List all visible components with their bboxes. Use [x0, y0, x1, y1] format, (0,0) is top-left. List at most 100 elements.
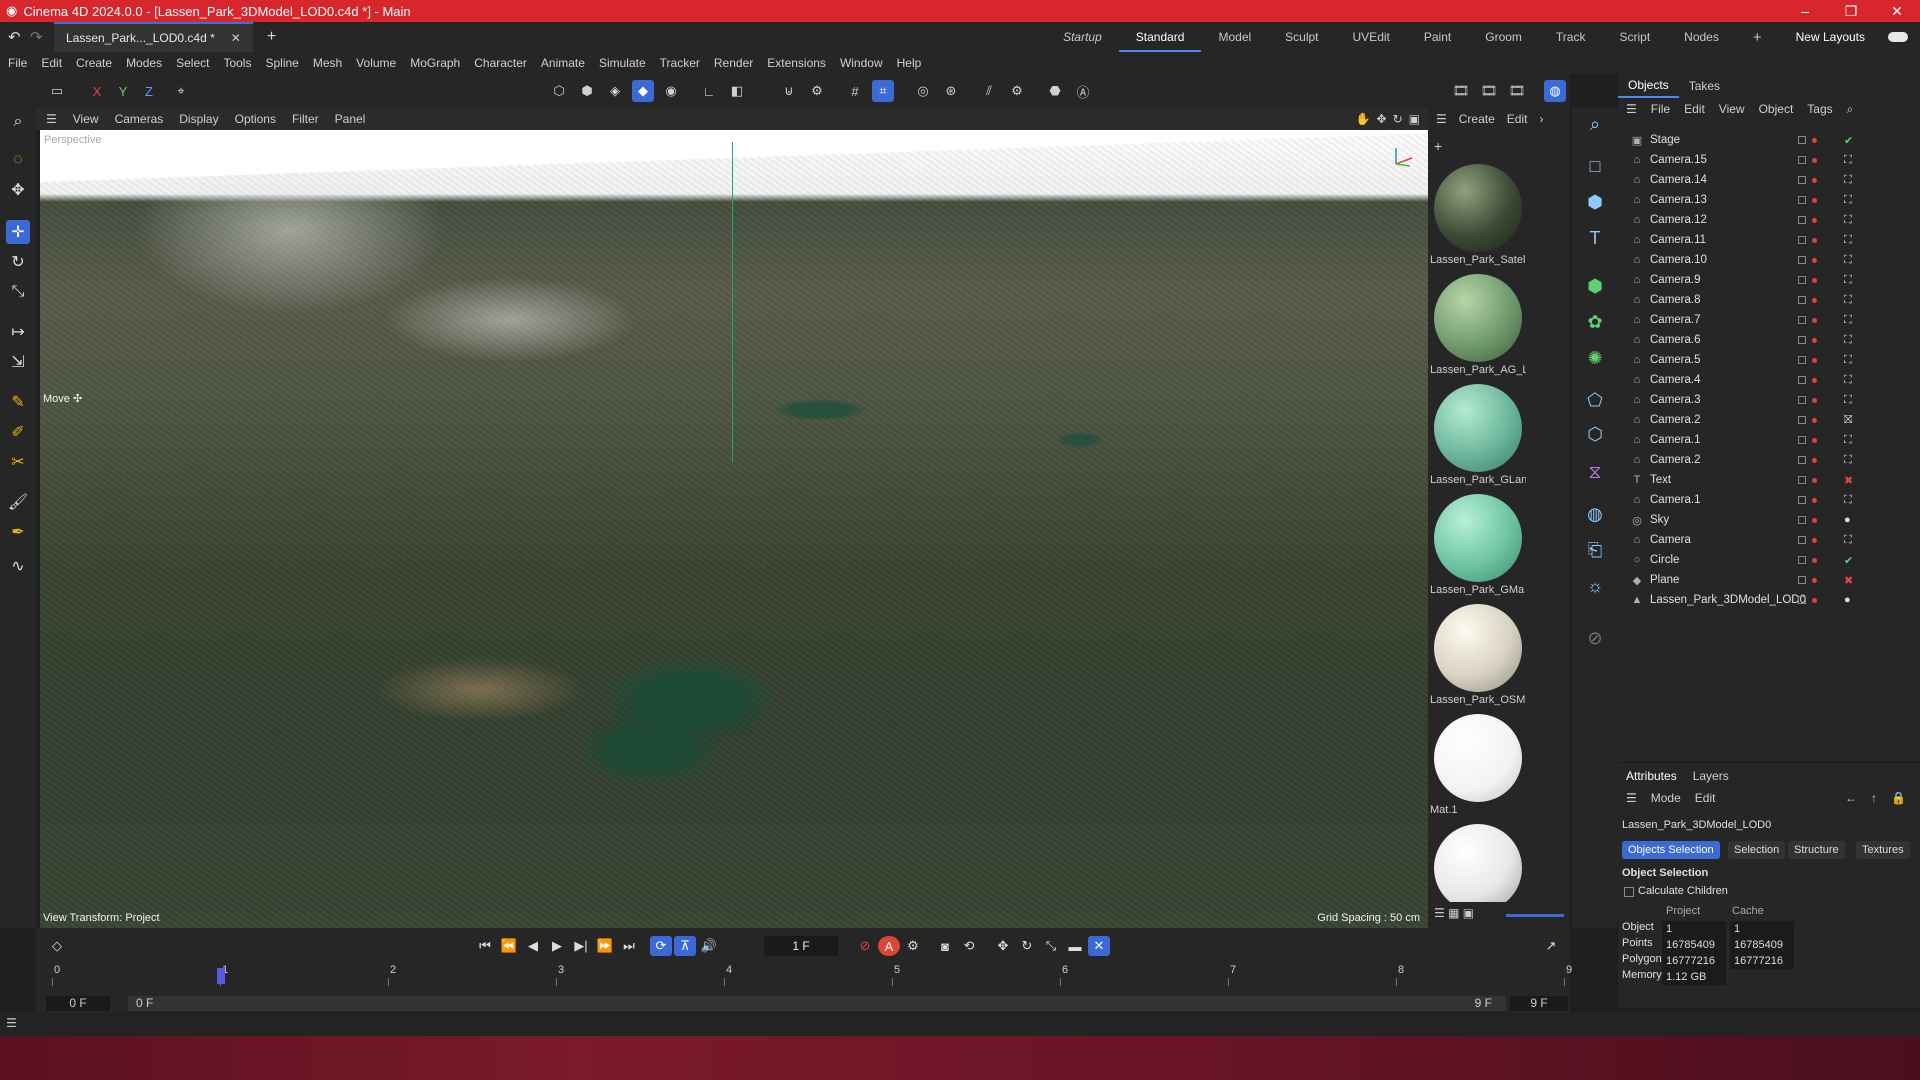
object-tag-icon[interactable]: ⛶: [1844, 294, 1852, 307]
object-visibility-flags[interactable]: [1798, 556, 1817, 564]
material-item[interactable]: Lassen_Park_GLan: [1430, 384, 1526, 486]
menu-spline[interactable]: Spline: [265, 56, 298, 70]
status-menu-icon[interactable]: ☰: [6, 1016, 17, 1030]
camera-object-icon[interactable]: ⎗: [1581, 536, 1609, 564]
new-tab-icon[interactable]: +: [267, 28, 276, 46]
object-row[interactable]: ▲ Lassen_Park_3DModel_LOD0 ●: [1618, 590, 1920, 610]
visibility-dot-icon[interactable]: [1812, 257, 1817, 263]
z-axis-lock[interactable]: Z: [138, 80, 160, 102]
key-settings-icon[interactable]: ⚙: [902, 936, 924, 956]
viewport-menu-view[interactable]: View: [73, 112, 99, 126]
menu-render[interactable]: Render: [714, 56, 753, 70]
layer-checkbox[interactable]: [1798, 536, 1806, 544]
object-row[interactable]: ⌂ Camera.4 ⛶: [1618, 370, 1920, 390]
object-row[interactable]: ⌂ Camera.2 ⛝: [1618, 410, 1920, 430]
visibility-dot-icon[interactable]: [1812, 217, 1817, 223]
material-item[interactable]: Lassen_Park_AG_L: [1430, 274, 1526, 376]
menu-simulate[interactable]: Simulate: [599, 56, 646, 70]
magnet-tool-icon[interactable]: ∿: [6, 554, 30, 578]
go-to-end-icon[interactable]: ⏭: [618, 936, 640, 956]
up-arrow-icon[interactable]: ↑: [1871, 791, 1877, 805]
object-visibility-flags[interactable]: [1798, 336, 1817, 344]
material-item[interactable]: Lassen_Park_GMa: [1430, 494, 1526, 596]
scale-key-icon[interactable]: ⤡: [1040, 936, 1062, 956]
enable-snap-icon[interactable]: ⊍: [778, 80, 800, 102]
object-visibility-flags[interactable]: [1798, 316, 1817, 324]
range-slider[interactable]: 0 F 9 F: [128, 996, 1506, 1011]
object-menu-object[interactable]: Object: [1759, 102, 1794, 116]
object-row[interactable]: ⌂ Camera.7 ⛶: [1618, 310, 1920, 330]
transfer-tool-icon[interactable]: ↦: [6, 320, 30, 344]
tag-icon[interactable]: ⊘: [1581, 624, 1609, 652]
visibility-dot-icon[interactable]: [1812, 537, 1817, 543]
layer-checkbox[interactable]: [1798, 356, 1806, 364]
rotate-view-icon[interactable]: ↻: [1393, 112, 1403, 126]
motion-clip-icon[interactable]: ⟲: [958, 936, 980, 956]
object-visibility-flags[interactable]: [1798, 236, 1817, 244]
object-visibility-flags[interactable]: [1798, 396, 1817, 404]
object-row[interactable]: ⌂ Camera.3 ⛶: [1618, 390, 1920, 410]
object-tag-icon[interactable]: ⛶: [1844, 334, 1852, 347]
add-layout-icon[interactable]: +: [1736, 29, 1779, 46]
object-tag-icon[interactable]: ●: [1844, 514, 1851, 526]
pill-objects-selection[interactable]: Objects Selection: [1622, 841, 1720, 859]
back-arrow-icon[interactable]: ←: [1845, 791, 1857, 805]
menu-tracker[interactable]: Tracker: [660, 56, 700, 70]
light-icon[interactable]: ☼: [1581, 572, 1609, 600]
object-tag-icon[interactable]: ⛶: [1844, 534, 1852, 547]
tab-objects[interactable]: Objects: [1618, 74, 1679, 98]
object-row[interactable]: ◆ Plane ✖: [1618, 570, 1920, 590]
object-tag-icon[interactable]: ⛶: [1844, 354, 1852, 367]
object-tag-icon[interactable]: ⛶: [1844, 214, 1852, 227]
menu-modes[interactable]: Modes: [126, 56, 162, 70]
material-item[interactable]: [1430, 824, 1526, 902]
symmetry-icon[interactable]: ⫽: [978, 80, 1000, 102]
timeline-window-icon[interactable]: ↗: [1540, 936, 1562, 956]
object-hamburger-icon[interactable]: ☰: [1626, 102, 1637, 116]
layer-checkbox[interactable]: [1798, 516, 1806, 524]
object-tag-icon[interactable]: ⛶: [1844, 434, 1852, 447]
layer-checkbox[interactable]: [1798, 176, 1806, 184]
layer-checkbox[interactable]: [1798, 156, 1806, 164]
brush-tool-icon[interactable]: 🖌: [6, 490, 30, 514]
close-icon[interactable]: ✕: [1874, 3, 1920, 20]
visibility-dot-icon[interactable]: [1812, 137, 1817, 143]
calculate-children-checkbox[interactable]: [1624, 887, 1634, 897]
menu-select[interactable]: Select: [176, 56, 209, 70]
layer-checkbox[interactable]: [1798, 476, 1806, 484]
object-tag-icon[interactable]: ⛶: [1844, 314, 1852, 327]
object-tag-icon[interactable]: ⛶: [1844, 394, 1852, 407]
material-item[interactable]: Lassen_Park_Satel: [1430, 164, 1526, 266]
playback-rate-icon[interactable]: ⊼: [674, 936, 696, 956]
record-icon[interactable]: ⊘: [854, 936, 876, 956]
object-row[interactable]: ⌂ Camera.2 ⛶: [1618, 450, 1920, 470]
object-row[interactable]: ⌂ Camera ⛶: [1618, 530, 1920, 550]
new-layouts-toggle[interactable]: [1888, 32, 1908, 42]
layout-script[interactable]: Script: [1602, 30, 1667, 44]
object-row[interactable]: ⌂ Camera.1 ⛶: [1618, 490, 1920, 510]
object-row[interactable]: ⌂ Camera.1 ⛶: [1618, 430, 1920, 450]
material-zoom-slider[interactable]: [1506, 914, 1564, 917]
move-view-icon[interactable]: ✥: [1377, 112, 1387, 126]
volume-icon[interactable]: ⧖: [1581, 458, 1609, 486]
new-layouts-label[interactable]: New Layouts: [1779, 30, 1882, 44]
layer-checkbox[interactable]: [1798, 456, 1806, 464]
next-frame-icon[interactable]: ▶|: [570, 936, 592, 956]
param-key-icon[interactable]: ▬: [1064, 936, 1086, 956]
deformer-icon[interactable]: ⬠: [1581, 386, 1609, 414]
cloner-icon[interactable]: ✿: [1581, 308, 1609, 336]
object-visibility-flags[interactable]: [1798, 456, 1817, 464]
object-tag-icon[interactable]: ●: [1844, 594, 1851, 606]
visibility-dot-icon[interactable]: [1812, 437, 1817, 443]
viewport-hamburger-icon[interactable]: ☰: [46, 112, 57, 126]
object-row[interactable]: ○ Circle ✔: [1618, 550, 1920, 570]
material-menu-edit[interactable]: Edit: [1507, 112, 1528, 126]
layout-track[interactable]: Track: [1539, 30, 1603, 44]
object-tag-icon[interactable]: ✔: [1844, 134, 1853, 147]
redo-icon[interactable]: ↷: [30, 28, 43, 46]
current-frame-field[interactable]: 1 F: [764, 936, 838, 956]
axis-mode-icon[interactable]: ∟: [698, 80, 720, 102]
tab-takes[interactable]: Takes: [1679, 79, 1730, 93]
object-visibility-flags[interactable]: [1798, 576, 1817, 584]
visibility-dot-icon[interactable]: [1812, 317, 1817, 323]
